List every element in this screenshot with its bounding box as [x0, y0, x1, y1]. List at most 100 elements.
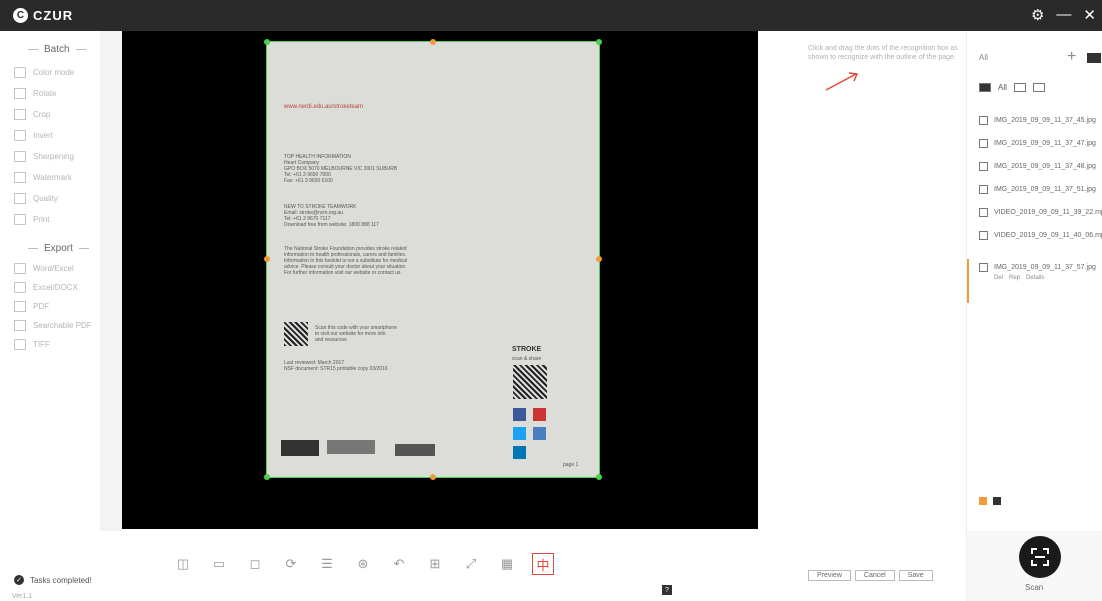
sidebar-item-label: Crop — [33, 110, 51, 119]
file-item[interactable]: IMG_2019_09_09_11_37_47.jpg — [967, 132, 1102, 155]
crop-handle-left[interactable] — [264, 256, 270, 262]
sidebar-item-label: Rotate — [33, 89, 57, 98]
center-mode-icon[interactable]: 中 — [532, 553, 554, 575]
file-op-rep[interactable]: Rep — [1009, 275, 1020, 281]
sidebar-item-excel-docx[interactable]: Excel/DOCX — [14, 282, 78, 293]
file-checkbox[interactable] — [979, 162, 988, 171]
close-icon[interactable]: ✕ — [1083, 6, 1096, 24]
crop-handle-right[interactable] — [596, 256, 602, 262]
status-message: ✓ Tasks completed! — [14, 575, 92, 585]
sidebar-item-quality[interactable]: Quality — [14, 193, 58, 204]
sidebar-item-crop[interactable]: Crop — [14, 109, 50, 120]
sidebar-scrollbar[interactable] — [100, 31, 122, 531]
preview-button[interactable]: Preview — [808, 570, 851, 581]
qr-title: STROKE — [512, 346, 542, 353]
list-view-icon[interactable] — [979, 497, 987, 505]
qr-code — [284, 322, 308, 346]
qr-caption: Scan this code with your smartphone to vi… — [315, 325, 397, 343]
file-item[interactable]: IMG_2019_09_09_11_37_48.jpg — [967, 155, 1102, 178]
watermark-icon — [14, 172, 26, 183]
sponsor-logo — [281, 440, 319, 456]
facebook-icon — [513, 408, 526, 421]
sidebar-item-word-excel[interactable]: Word/Excel — [14, 263, 74, 274]
minimize-icon[interactable]: — — [1056, 6, 1071, 24]
single-page-icon[interactable]: ▭ — [208, 553, 230, 575]
file-item-selected[interactable]: IMG_2019_09_09_11_37_57.jpg Del Rep Details — [967, 259, 1102, 303]
sidebar-item-label: Sharpening — [33, 152, 74, 161]
file-item[interactable]: IMG_2019_09_09_11_37_45.jpg — [967, 109, 1102, 132]
undo-icon[interactable]: ↶ — [388, 553, 410, 575]
file-checkbox[interactable] — [979, 263, 988, 272]
file-item[interactable]: IMG_2019_09_09_11_37_51.jpg — [967, 178, 1102, 201]
hint-arrow-icon — [825, 72, 859, 91]
folder-icon[interactable] — [1087, 53, 1101, 63]
footer-block-line: NSF document: STR15 printable copy 03/20… — [284, 366, 388, 372]
align-icon[interactable]: ☰ — [316, 553, 338, 575]
searchable-pdf-icon — [14, 320, 26, 331]
help-icon[interactable]: ? — [662, 585, 672, 595]
quality-icon — [14, 193, 26, 204]
sidebar-item-searchable-pdf[interactable]: Searchable PDF — [14, 320, 92, 331]
crop-handle-top-left[interactable] — [264, 39, 270, 45]
scan-label: Scan — [1025, 583, 1044, 592]
add-folder-icon[interactable]: + — [1067, 48, 1076, 66]
filter-image-icon[interactable] — [1013, 83, 1026, 92]
file-checkbox[interactable] — [979, 139, 988, 148]
crop-handle-bottom-right[interactable] — [596, 474, 602, 480]
gear-icon[interactable]: ⚙ — [1031, 6, 1044, 24]
image-canvas[interactable]: www.nerdi.edu.au/stroketeam TOP HEALTH I… — [122, 31, 758, 529]
sidebar-item-print[interactable]: Print — [14, 214, 49, 225]
contact-block: TOP HEALTH INFORMATION Heart Company GPO B… — [284, 154, 397, 184]
file-checkbox[interactable] — [979, 185, 988, 194]
description-block-line: For further information visit our websit… — [284, 270, 402, 276]
crop-tool-icon[interactable]: ◻ — [244, 553, 266, 575]
sidebar-item-rotate[interactable]: Rotate — [14, 88, 57, 99]
file-name: VIDEO_2019_09_09_11_40_06.mp4 — [994, 232, 1102, 239]
sidebar-item-invert[interactable]: Invert — [14, 130, 53, 141]
excel-icon — [14, 282, 26, 293]
select-all-checkbox[interactable] — [979, 83, 991, 92]
qr-code-large — [513, 365, 547, 399]
file-checkbox[interactable] — [979, 116, 988, 125]
sidebar-item-sharpening[interactable]: Sharpening — [14, 151, 74, 162]
print-icon — [14, 214, 26, 225]
sidebar-item-pdf[interactable]: PDF — [14, 301, 49, 312]
grid-icon[interactable]: ▦ — [496, 553, 518, 575]
file-op-details[interactable]: Details — [1026, 275, 1044, 281]
file-name: IMG_2019_09_09_11_37_45.jpg — [994, 117, 1096, 124]
crop-handle-top[interactable] — [430, 39, 436, 45]
file-checkbox[interactable] — [979, 231, 988, 240]
save-button[interactable]: Save — [898, 570, 933, 581]
rotate-page-icon[interactable]: ⟳ — [280, 553, 302, 575]
app-logo: C CZUR — [13, 8, 73, 23]
status-text: Tasks completed! — [30, 575, 92, 585]
split-pages-icon[interactable]: ◫ — [172, 553, 194, 575]
sidebar-item-tiff[interactable]: TIFF — [14, 339, 50, 350]
crop-handle-top-right[interactable] — [596, 39, 602, 45]
sidebar-item-color-mode[interactable]: Color mode — [14, 67, 74, 78]
expand-icon[interactable]: ⤢ — [460, 553, 482, 575]
file-item[interactable]: VIDEO_2019_09_09_11_40_06.mp4 — [967, 224, 1102, 247]
stamp-icon[interactable]: ⊞ — [424, 553, 446, 575]
sidebar-item-label: Invert — [33, 131, 54, 140]
filter-video-icon[interactable] — [1032, 83, 1045, 92]
scan-icon — [1031, 548, 1049, 566]
file-op-del[interactable]: Del — [994, 275, 1003, 281]
title-bar: C CZUR ⚙ — ✕ — [0, 0, 1102, 31]
scan-button[interactable] — [1019, 536, 1061, 578]
folder-path: All — [979, 53, 988, 62]
grid-view-icon[interactable] — [993, 497, 1001, 505]
fill-icon[interactable]: ⊛ — [352, 553, 374, 575]
crop-handle-bottom-left[interactable] — [264, 474, 270, 480]
crop-handle-bottom[interactable] — [430, 474, 436, 480]
scanned-page[interactable]: www.nerdi.edu.au/stroketeam TOP HEALTH I… — [264, 39, 602, 480]
sidebar-item-watermark[interactable]: Watermark — [14, 172, 72, 183]
sidebar: Batch Color mode Rotate Crop Invert Sharpeni… — [0, 31, 122, 601]
file-item[interactable]: VIDEO_2019_09_09_11_39_22.mp4 — [967, 201, 1102, 224]
file-checkbox[interactable] — [979, 208, 988, 217]
pdf-icon — [14, 301, 26, 312]
cancel-button[interactable]: Cancel — [854, 570, 895, 581]
sidebar-item-label: Searchable PDF — [33, 321, 92, 330]
linkedin-icon — [513, 446, 526, 459]
sidebar-item-label: Color mode — [33, 68, 75, 77]
